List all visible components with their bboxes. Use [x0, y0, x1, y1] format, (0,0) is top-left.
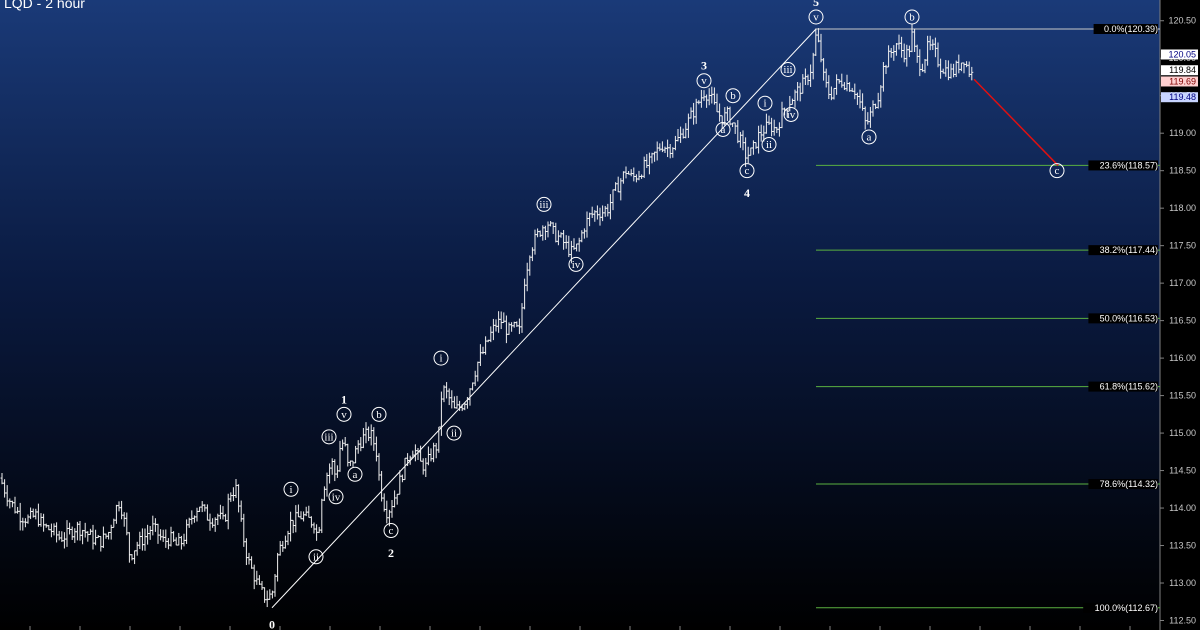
axis-tick-label: 118.00 [1169, 203, 1196, 213]
svg-text:iv: iv [572, 259, 581, 271]
wave-degree-label: 0 [269, 617, 275, 630]
svg-text:120.05: 120.05 [1168, 49, 1196, 59]
axis-tick-label: 113.00 [1169, 578, 1196, 588]
axis-tick-label: 117.00 [1169, 278, 1196, 288]
wave-degree-label: 1 [341, 392, 347, 406]
svg-text:v: v [701, 75, 707, 87]
fib-label: 38.2%(117.44) [1100, 245, 1158, 255]
wave-degree-label: 4 [744, 186, 750, 200]
axis-tick-label: 113.50 [1169, 541, 1196, 551]
svg-text:ii: ii [313, 551, 319, 563]
chart-title: LQD - 2 hour [4, 0, 85, 11]
svg-text:iii: iii [539, 199, 548, 211]
svg-text:i: i [763, 98, 766, 110]
svg-text:iii: iii [783, 64, 792, 76]
axis-tick-label: 119.00 [1169, 128, 1196, 138]
axis-tick-label: 118.50 [1169, 166, 1196, 176]
fib-label: 23.6%(118.57) [1100, 160, 1158, 170]
svg-text:119.69: 119.69 [1169, 76, 1196, 86]
svg-text:a: a [867, 131, 872, 143]
fib-label: 78.6%(114.32) [1100, 479, 1158, 489]
svg-text:iv: iv [332, 491, 341, 503]
axis-tick-label: 112.50 [1169, 616, 1196, 626]
axis-tick-label: 115.50 [1169, 391, 1196, 401]
svg-text:b: b [376, 409, 382, 421]
svg-text:ii: ii [451, 428, 457, 440]
price-tag: 120.05 [1161, 49, 1198, 60]
axis-tick-label: 117.50 [1169, 241, 1196, 251]
svg-text:iii: iii [324, 431, 333, 443]
wave-degree-label: 3 [701, 59, 707, 73]
price-tag: 119.48 [1161, 92, 1198, 103]
svg-text:c: c [1055, 165, 1060, 177]
axis-tick-label: 120.50 [1168, 16, 1196, 26]
ohlc-chart: 0.0%(120.39)23.6%(118.57)38.2%(117.44)50… [0, 0, 1200, 630]
axis-tick-label: 116.00 [1169, 353, 1196, 363]
price-tag: 119.69 [1161, 76, 1198, 87]
wave-degree-label: 2 [388, 546, 394, 560]
svg-text:119.48: 119.48 [1169, 92, 1196, 102]
svg-text:v: v [341, 409, 347, 421]
svg-text:a: a [353, 469, 358, 481]
svg-text:v: v [813, 11, 819, 23]
svg-text:c: c [389, 525, 394, 537]
svg-text:a: a [721, 124, 726, 136]
svg-text:iv: iv [787, 109, 796, 121]
svg-text:i: i [439, 353, 442, 365]
svg-text:119.84: 119.84 [1169, 65, 1196, 75]
svg-text:i: i [289, 484, 292, 496]
fib-label: 50.0%(116.53) [1100, 313, 1158, 323]
axis-tick-label: 116.50 [1169, 316, 1196, 326]
fib-label: 61.8%(115.62) [1100, 382, 1158, 392]
wave-degree-label: 5 [813, 0, 819, 9]
svg-text:ii: ii [766, 139, 772, 151]
axis-tick-label: 115.00 [1169, 428, 1196, 438]
chart-root: 0.0%(120.39) 23.6%(118.57) 38.2%(117.44) 50… [0, 0, 1200, 630]
fib-label: 0.0%(120.39) [1104, 24, 1158, 34]
svg-text:b: b [909, 11, 915, 23]
axis-tick-label: 114.50 [1169, 466, 1196, 476]
svg-text:c: c [745, 165, 750, 177]
price-tag: 119.84 [1161, 65, 1198, 76]
svg-text:b: b [730, 90, 736, 102]
fib-label: 100.0%(112.67) [1095, 603, 1158, 613]
axis-tick-label: 114.00 [1169, 503, 1196, 513]
